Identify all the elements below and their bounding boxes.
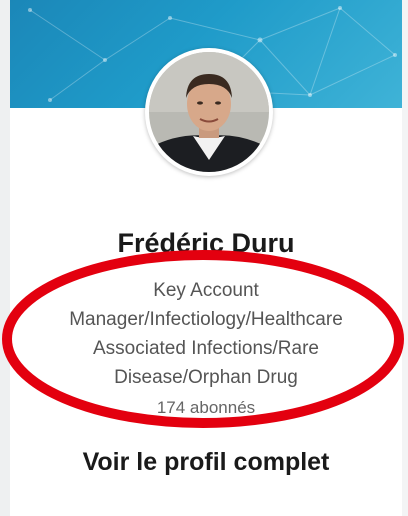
card-left-edge (0, 0, 10, 516)
headline-line: Associated Infections/Rare (92, 338, 319, 359)
headline-line: Key Account (153, 280, 259, 301)
card-right-edge (402, 0, 408, 516)
profile-headline: Key Account Manager/Infectiology/Healthc… (30, 276, 382, 392)
followers-count: 174 abonnés (156, 398, 256, 417)
view-full-profile-link[interactable]: Voir le profil complet (10, 448, 402, 477)
profile-photo-icon (149, 52, 269, 172)
headline-line: Disease/Orphan Drug (114, 367, 298, 388)
profile-card: Frédéric Duru Key Account Manager/Infect… (0, 0, 408, 516)
avatar[interactable] (145, 48, 273, 176)
headline-line: Manager/Infectiology/Healthcare (69, 309, 343, 330)
profile-name[interactable]: Frédéric Duru (10, 228, 402, 259)
